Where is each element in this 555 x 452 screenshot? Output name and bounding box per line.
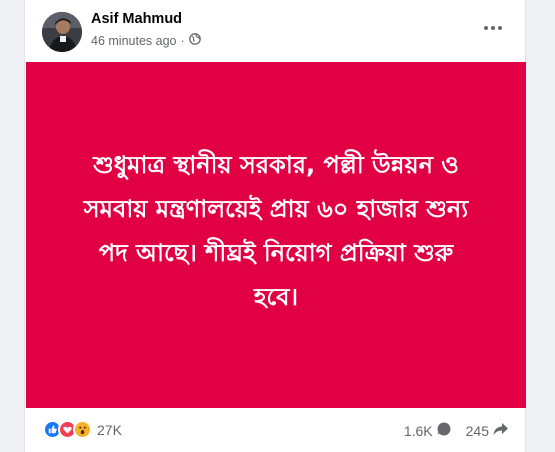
post-body-line: সমবায় মন্ত্রণালয়েই প্রায় ৬০ হাজার শুন…: [83, 195, 469, 223]
author-avatar[interactable]: [42, 12, 82, 52]
meta-separator: ·: [180, 33, 185, 48]
share-count: 245: [465, 422, 489, 439]
post-body-line: হবে।: [253, 283, 299, 311]
post-body-text: শুধুমাত্র স্থানীয় সরকার, পল্লী উন্নয়ন …: [61, 143, 491, 319]
share-icon: [492, 421, 509, 440]
comment-count: 1.6K: [403, 422, 433, 439]
post-text-image[interactable]: শুধুমাত্র স্থানীয় সরকার, পল্লী উন্নয়ন …: [26, 62, 526, 408]
author-name[interactable]: Asif Mahmud: [91, 11, 182, 27]
post-footer: 27K 1.6K 245: [25, 408, 525, 452]
comment-icon: [436, 421, 452, 440]
shares-stat[interactable]: 245: [466, 421, 509, 440]
engagement-stats: 1.6K 245: [404, 421, 509, 440]
post-header: Asif Mahmud 46 minutes ago ·: [25, 0, 525, 62]
reaction-summary[interactable]: 27K: [43, 420, 122, 439]
post-meta: 46 minutes ago ·: [91, 33, 201, 48]
more-options-icon[interactable]: [479, 16, 507, 40]
post-body-line: শুধুমাত্র স্থানীয় সরকার, পল্লী উন্নয়ন …: [93, 151, 459, 179]
wow-icon: [73, 420, 92, 439]
post-timestamp[interactable]: 46 minutes ago: [91, 34, 176, 48]
comments-stat[interactable]: 1.6K: [404, 421, 452, 440]
post-card: Asif Mahmud 46 minutes ago · শুধুমাত্র স…: [24, 0, 526, 452]
post-body-line: পদ আছে। শীঘ্রই নিয়োগ প্রক্রিয়া শুরু: [98, 239, 454, 267]
globe-icon: [188, 33, 201, 48]
reaction-count: 27K: [97, 421, 122, 438]
